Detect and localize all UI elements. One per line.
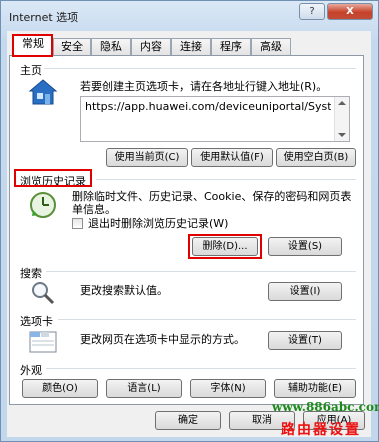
tab-advanced[interactable]: 高级: [251, 38, 291, 55]
tab-connections[interactable]: 连接: [171, 38, 211, 55]
window-title: Internet 选项: [9, 11, 79, 24]
tabs-section-label: 选项卡: [20, 315, 53, 328]
close-button[interactable]: X: [327, 3, 373, 20]
home-icon: [28, 79, 58, 105]
browsing-history-label: 浏览历史记录: [20, 175, 86, 188]
history-settings-button[interactable]: 设置(S): [268, 237, 342, 256]
home-page-url: https://app.huawei.com/deviceuniportal/S…: [85, 100, 331, 113]
title-bar[interactable]: Internet 选项 ? X: [1, 1, 378, 31]
appearance-label: 外观: [20, 364, 42, 377]
url-scrollbar[interactable]: [334, 97, 349, 141]
use-default-button[interactable]: 使用默认值(F): [191, 148, 273, 167]
history-clock-icon: [30, 192, 56, 218]
tabs-window-icon: [29, 331, 57, 353]
tabs-description: 更改网页在选项卡中显示的方式。: [80, 333, 245, 346]
watermark-site: www.886abc.com: [272, 400, 379, 414]
search-settings-button[interactable]: 设置(I): [268, 282, 342, 301]
dialog-client-area: 常规 安全 隐私 内容 连接 程序 高级 主页 若要创建主页选项卡，请在各地址行…: [7, 31, 371, 437]
tabs-separator: [58, 319, 356, 320]
ok-button[interactable]: 确定: [155, 411, 221, 430]
history-separator: [96, 179, 356, 180]
use-blank-button[interactable]: 使用空白页(B): [276, 148, 356, 167]
delete-on-exit-label[interactable]: 退出时删除浏览历史记录(W): [88, 217, 228, 230]
tab-content[interactable]: 内容: [131, 38, 171, 55]
appearance-separator: [46, 368, 356, 369]
magnifier-icon: [32, 282, 55, 305]
home-description: 若要创建主页选项卡，请在各地址行键入地址(R)。: [80, 80, 328, 93]
fonts-button[interactable]: 字体(N): [190, 379, 266, 398]
tab-privacy[interactable]: 隐私: [91, 38, 131, 55]
tab-programs[interactable]: 程序: [211, 38, 251, 55]
search-separator: [46, 271, 356, 272]
tab-security[interactable]: 安全: [53, 38, 91, 55]
colors-button[interactable]: 颜色(O): [22, 379, 98, 398]
home-page-url-field[interactable]: https://app.huawei.com/deviceuniportal/S…: [80, 96, 350, 142]
scroll-up-arrow-icon[interactable]: [338, 101, 346, 105]
home-page-label: 主页: [20, 64, 42, 77]
general-tab-panel: 主页 若要创建主页选项卡，请在各地址行键入地址(R)。 https://app.…: [9, 55, 364, 405]
accessibility-button[interactable]: 辅助功能(E): [274, 379, 356, 398]
internet-options-window: Internet 选项 ? X 常规 安全 隐私 内容 连接 程序 高级 主页 …: [0, 0, 379, 442]
tabs-settings-button[interactable]: 设置(T): [268, 331, 342, 350]
search-description: 更改搜索默认值。: [80, 284, 168, 297]
history-description: 删除临时文件、历史记录、Cookie、保存的密码和网页表单信息。: [72, 190, 352, 216]
use-current-button[interactable]: 使用当前页(C): [106, 148, 188, 167]
watermark-brand: 路由器设置: [281, 422, 361, 438]
delete-history-button[interactable]: 删除(D)...: [192, 237, 258, 256]
search-label: 搜索: [20, 267, 42, 280]
delete-on-exit-checkbox[interactable]: [72, 218, 83, 229]
help-button[interactable]: ?: [299, 3, 325, 20]
tab-general[interactable]: 常规: [13, 35, 53, 57]
scroll-down-arrow-icon[interactable]: [338, 133, 346, 137]
home-separator: [44, 68, 356, 69]
languages-button[interactable]: 语言(L): [106, 379, 182, 398]
tab-strip: 常规 安全 隐私 内容 连接 程序 高级: [9, 35, 369, 57]
